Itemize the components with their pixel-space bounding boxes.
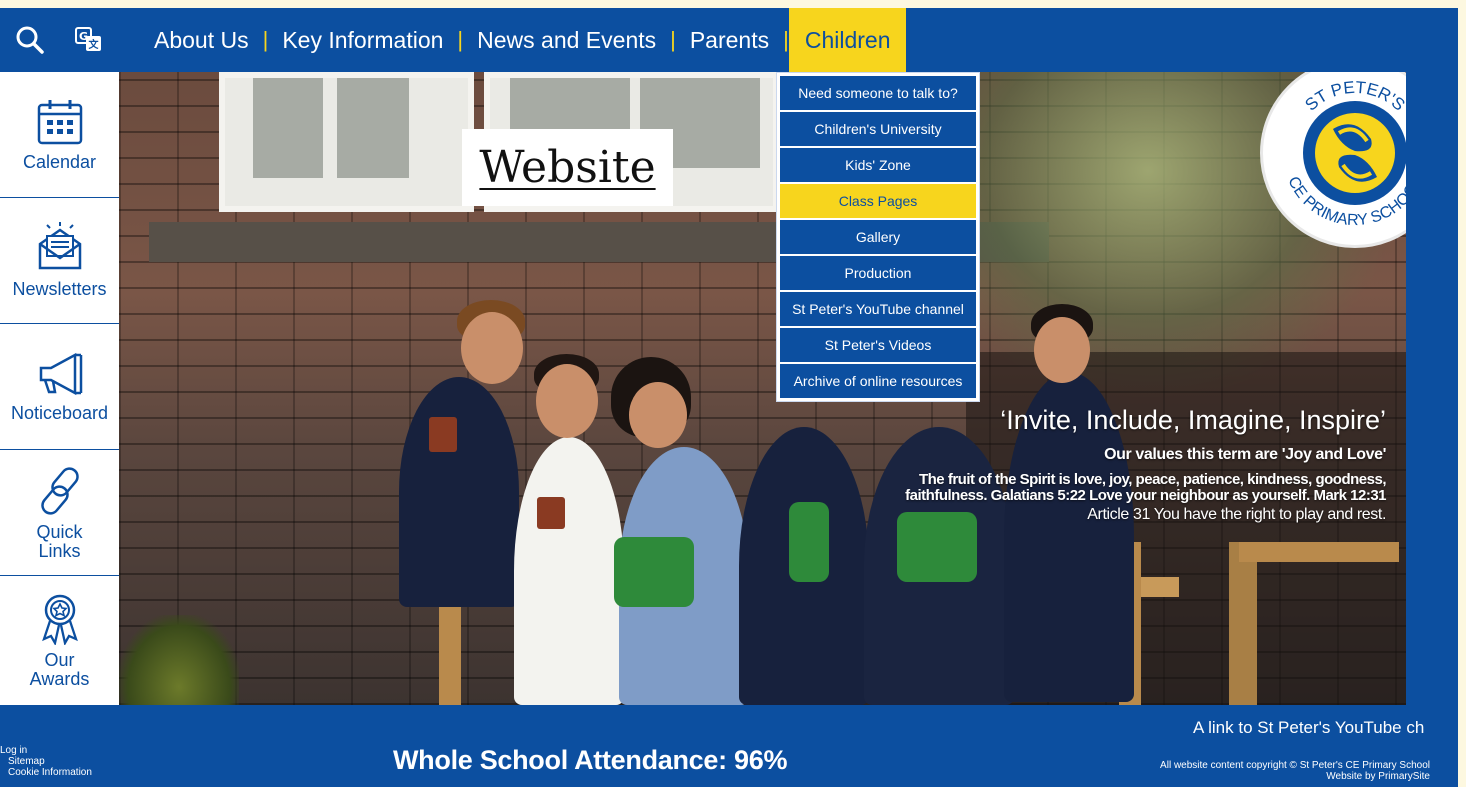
- megaphone-icon: [39, 352, 82, 396]
- hero-photo-child-head: [1034, 317, 1090, 383]
- menu-item-youtube-channel[interactable]: St Peter's YouTube channel: [780, 292, 976, 326]
- hero-photo-watering-can: [789, 502, 829, 582]
- sidebar-item-label: Newsletters: [12, 279, 107, 299]
- login-link[interactable]: Log in: [0, 745, 92, 756]
- hero-photo-watering-can: [614, 537, 694, 607]
- hero-photo-child: [514, 437, 624, 705]
- hero-headline: ‘Invite, Include, Imagine, Inspire’: [1000, 405, 1386, 435]
- translate-icon[interactable]: G文: [69, 20, 109, 60]
- attendance-banner: Whole School Attendance: 96%: [393, 745, 788, 775]
- hero-photo-child-head: [629, 382, 687, 448]
- hero-photo-bench-rail: [1239, 542, 1399, 562]
- menu-item-kids-zone[interactable]: Kids' Zone: [780, 148, 976, 182]
- school-logo[interactable]: ST PETER'S CE PRIMARY SCHOOL: [1260, 72, 1406, 248]
- sidebar-item-calendar[interactable]: Calendar: [0, 72, 119, 198]
- menu-item-need-someone-to-talk-to[interactable]: Need someone to talk to?: [780, 76, 976, 110]
- link-icon: [40, 466, 79, 515]
- menu-item-class-pages[interactable]: Class Pages: [780, 184, 976, 218]
- hero-photo-window: [219, 72, 474, 212]
- hero-photo-plant: [119, 615, 239, 705]
- website-label: Website: [479, 142, 656, 193]
- nav-item-children[interactable]: Children: [788, 8, 907, 72]
- nav-item-about-us[interactable]: About Us: [140, 8, 263, 72]
- menu-item-archive-online-resources[interactable]: Archive of online resources: [780, 364, 976, 398]
- svg-text:文: 文: [88, 38, 99, 51]
- award-icon: [41, 594, 78, 645]
- menu-item-gallery[interactable]: Gallery: [780, 220, 976, 254]
- sidebar-item-label: Quick Links: [36, 521, 83, 561]
- cookie-information-link[interactable]: Cookie Information: [0, 767, 92, 778]
- hero-photo-child-head: [461, 312, 523, 384]
- hero-values: Our values this term are 'Joy and Love': [1104, 446, 1386, 463]
- quick-access-sidebar: Calendar Newsletters Noticeboard Quick Li…: [0, 72, 119, 705]
- search-icon[interactable]: [10, 20, 50, 60]
- nav-item-news-and-events[interactable]: News and Events: [463, 8, 670, 72]
- menu-item-production[interactable]: Production: [780, 256, 976, 290]
- hero-photo-bench-leg: [1229, 542, 1257, 705]
- copyright-text: All website content copyright © St Peter…: [1160, 760, 1430, 771]
- children-dropdown-menu: Need someone to talk to? Children's Univ…: [776, 72, 980, 402]
- sitemap-link[interactable]: Sitemap: [0, 756, 92, 767]
- hero-photo-child-head: [536, 364, 598, 438]
- sidebar-item-our-awards[interactable]: Our Awards: [0, 576, 119, 705]
- primarysite-credit-link[interactable]: Website by PrimarySite: [1160, 771, 1430, 782]
- sidebar-item-label: Noticeboard: [10, 403, 109, 423]
- hero-banner: Website ST PETER'S CE PRIMARY SCHOOL ‘In…: [119, 72, 1406, 705]
- calendar-icon: [37, 100, 82, 145]
- hero-photo-plant-pot: [537, 497, 565, 529]
- footer-links: Log in Sitemap Cookie Information: [0, 745, 92, 778]
- newsletter-icon: [38, 222, 81, 270]
- menu-item-st-peters-videos[interactable]: St Peter's Videos: [780, 328, 976, 362]
- copyright-notice: All website content copyright © St Peter…: [1160, 760, 1430, 782]
- sidebar-item-label: Calendar: [22, 152, 97, 172]
- hero-article: Article 31 You have the right to play an…: [1087, 506, 1386, 523]
- nav-item-parents[interactable]: Parents: [676, 8, 783, 72]
- page-frame-right: [1458, 0, 1466, 787]
- hero-photo-plant-pot: [429, 417, 457, 452]
- sidebar-item-label: Our Awards: [29, 649, 90, 689]
- sidebar-item-quick-links[interactable]: Quick Links: [0, 450, 119, 576]
- website-label-card: Website: [462, 129, 673, 206]
- hero-text-block: ‘Invite, Include, Imagine, Inspire’ Our …: [826, 402, 1386, 524]
- nav-item-key-information[interactable]: Key Information: [268, 8, 457, 72]
- youtube-link-marquee[interactable]: A link to St Peter's YouTube ch: [1193, 718, 1458, 738]
- page-footer: A link to St Peter's YouTube ch Log in S…: [0, 705, 1458, 787]
- hero-scripture: The fruit of the Spirit is love, joy, pe…: [905, 471, 1386, 504]
- sidebar-item-newsletters[interactable]: Newsletters: [0, 198, 119, 324]
- page-frame-top: [0, 0, 1466, 8]
- top-navigation-bar: G文 About Us | Key Information | News and…: [0, 8, 1458, 72]
- menu-item-childrens-university[interactable]: Children's University: [780, 112, 976, 146]
- hero-photo-child: [399, 377, 519, 607]
- main-nav: About Us | Key Information | News and Ev…: [140, 8, 907, 72]
- toolbar: G文: [0, 8, 118, 72]
- sidebar-item-noticeboard[interactable]: Noticeboard: [0, 324, 119, 450]
